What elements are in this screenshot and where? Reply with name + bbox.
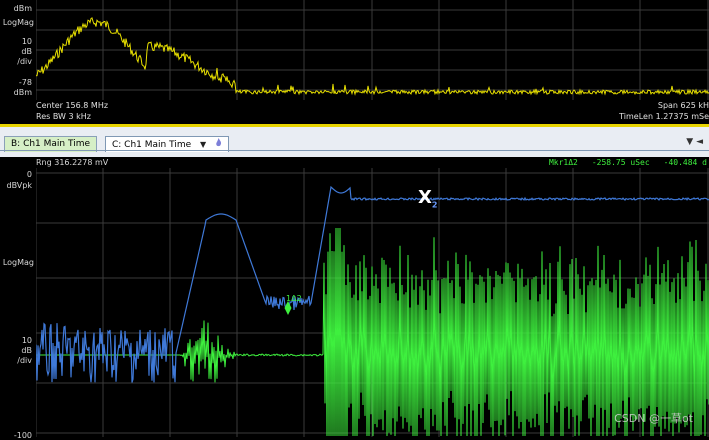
spectrum-panel: dBm LogMag 10 dB /div -78 dBm Center 156… (0, 0, 709, 124)
bottom-y-mode: LogMag (2, 258, 34, 267)
top-y-bottom-val: -78 (18, 78, 32, 87)
range-label: Rng 316.2278 mV (36, 158, 109, 167)
tab-label: B: Ch1 Main Time (11, 139, 91, 149)
marker-1-diamond (284, 301, 292, 315)
marker-time: -258.75 uSec (591, 158, 650, 167)
tab-label: C: Ch1 Main Time (112, 140, 192, 150)
spectrum-grid (36, 0, 709, 100)
top-y-scale-unit: dB (21, 47, 32, 56)
marker-x-glyph: X (418, 187, 432, 208)
spectrum-plot[interactable] (36, 0, 709, 100)
flame-icon[interactable] (215, 138, 222, 150)
tab-underline (0, 150, 709, 151)
top-y-unit: dBm (13, 4, 32, 13)
chevron-down-icon[interactable]: ▼ (200, 140, 206, 149)
time-plot[interactable] (36, 168, 709, 437)
watermark: CSDN @一草ot (614, 412, 693, 425)
marker-readout: Mkr1Δ2 -258.75 uSec -40.484 d (535, 158, 707, 167)
top-y-scale-div: /div (17, 57, 32, 66)
top-y-mode: LogMag (2, 18, 34, 27)
marker-name: Mkr1Δ2 (548, 158, 578, 167)
bottom-y-scale-num: 10 (21, 336, 32, 345)
bottom-y-scale-div: /div (17, 356, 32, 365)
time-length: TimeLen 1.27375 mSe (619, 112, 709, 121)
marker-2-x[interactable]: X2 (418, 187, 437, 210)
span: Span 625 kH (657, 101, 709, 110)
top-y-scale-num: 10 (21, 37, 32, 46)
bottom-y-bottom-val: -100 (13, 431, 32, 440)
marker-delta-label: 1Δ2 (286, 294, 302, 303)
bottom-y-scale-unit: dB (21, 346, 32, 355)
marker-value: -40.484 d (663, 158, 707, 167)
tab-strip: B: Ch1 Main Time C: Ch1 Main Time ▼ ▼ ◄ (0, 127, 709, 157)
marker-x-subscript: 2 (431, 200, 438, 210)
resolution-bandwidth: Res BW 3 kHz (36, 112, 91, 121)
strip-tools[interactable]: ▼ ◄ (686, 137, 703, 147)
bottom-y-unit: dBVpk (6, 181, 32, 190)
center-frequency: Center 156.8 MHz (36, 101, 109, 110)
top-y-bottom-unit: dBm (13, 88, 32, 97)
bottom-y-top-val: 0 (26, 170, 32, 179)
